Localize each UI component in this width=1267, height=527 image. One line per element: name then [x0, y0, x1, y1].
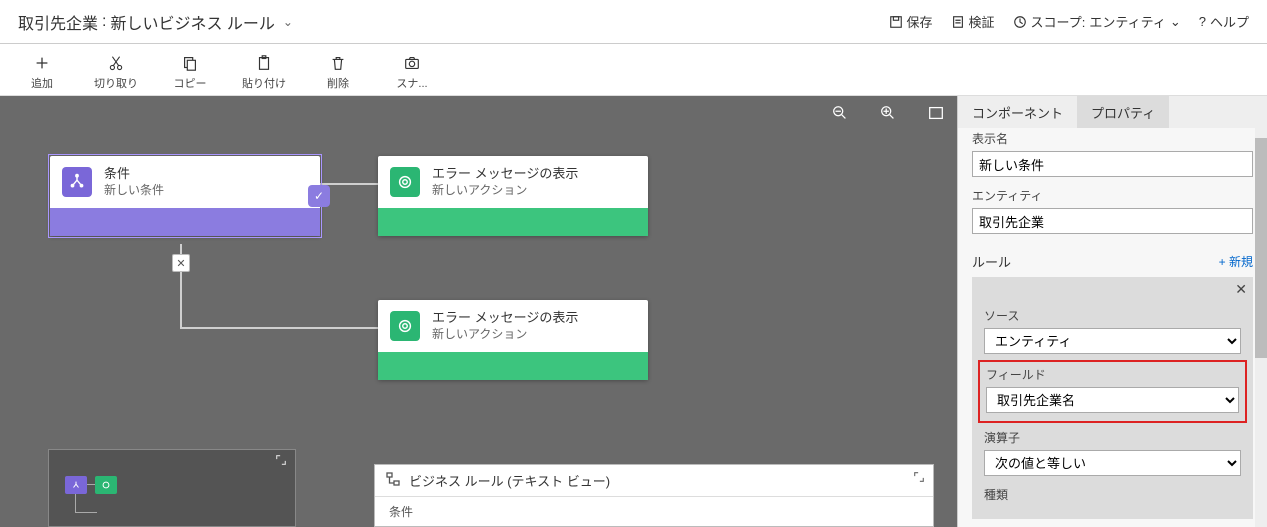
action-node[interactable]: エラー メッセージの表示 新しいアクション	[378, 300, 648, 380]
error-message-icon	[390, 167, 420, 197]
connector	[180, 327, 378, 329]
minimap-node	[95, 476, 117, 494]
minimap-node	[65, 476, 87, 494]
rules-label: ルール	[972, 252, 1011, 271]
zoom-out-button[interactable]	[829, 102, 851, 124]
properties-panel: コンポーネント プロパティ 表示名 エンティティ ルール + 新規 ✕ ソース …	[957, 96, 1267, 527]
field-highlight: フィールド 取引先企業名	[978, 360, 1247, 423]
node-title: 条件	[104, 166, 164, 183]
tab-components[interactable]: コンポーネント	[958, 96, 1077, 128]
copy-icon	[180, 53, 200, 73]
scrollbar-thumb[interactable]	[1255, 138, 1267, 358]
text-view-panel: ビジネス ルール (テキスト ビュー) 条件	[374, 464, 934, 527]
condition-node[interactable]: 条件 新しい条件 ✓	[50, 156, 320, 236]
source-select[interactable]: エンティティ	[984, 328, 1241, 354]
plus-icon	[32, 53, 52, 73]
copy-button[interactable]: コピー	[168, 53, 212, 91]
tab-properties[interactable]: プロパティ	[1077, 96, 1169, 128]
expand-icon[interactable]	[913, 471, 925, 486]
cut-icon	[106, 53, 126, 73]
validate-icon	[951, 15, 965, 29]
minimap-connector	[75, 512, 97, 513]
scrollbar[interactable]	[1255, 128, 1267, 527]
action-node[interactable]: エラー メッセージの表示 新しいアクション	[378, 156, 648, 236]
rule-card: ✕ ソース エンティティ フィールド 取引先企業名 演算子 次の値と等しい 種類	[972, 277, 1253, 519]
node-subtitle: 新しい条件	[104, 183, 164, 199]
expand-icon[interactable]	[275, 454, 289, 468]
node-title: エラー メッセージの表示	[432, 166, 578, 183]
chevron-down-icon: ⌄	[1170, 14, 1181, 30]
fit-to-screen-button[interactable]	[925, 102, 947, 124]
snapshot-button[interactable]: スナ...	[390, 53, 434, 91]
help-icon: ?	[1199, 14, 1206, 29]
new-rule-button[interactable]: + 新規	[1219, 253, 1253, 270]
delete-button[interactable]: 削除	[316, 53, 360, 91]
node-subtitle: 新しいアクション	[432, 327, 578, 343]
type-label: 種類	[984, 486, 1241, 503]
display-name-label: 表示名	[972, 130, 1253, 147]
field-label: フィールド	[986, 366, 1239, 383]
node-footer	[378, 208, 648, 236]
trash-icon	[328, 53, 348, 73]
help-button[interactable]: ? ヘルプ	[1199, 12, 1249, 31]
flow-icon	[385, 471, 401, 490]
scope-icon	[1013, 15, 1027, 29]
save-button[interactable]: 保存	[889, 12, 933, 31]
minimap[interactable]	[48, 449, 296, 527]
rule-name: 新しいビジネス ルール	[110, 10, 274, 34]
operator-label: 演算子	[984, 429, 1241, 446]
node-title: エラー メッセージの表示	[432, 310, 578, 327]
operator-select[interactable]: 次の値と等しい	[984, 450, 1241, 476]
cut-button[interactable]: 切り取り	[94, 53, 138, 91]
save-icon	[889, 15, 903, 29]
paste-icon	[254, 53, 274, 73]
text-view-section: 条件	[389, 505, 413, 519]
paste-button[interactable]: 貼り付け	[242, 53, 286, 91]
entity-input[interactable]	[972, 208, 1253, 234]
canvas[interactable]: ✕ 条件 新しい条件 ✓ エラー メッセージの表示 新しいアクション	[0, 96, 957, 527]
minimap-connector	[75, 494, 76, 512]
condition-icon	[62, 167, 92, 197]
error-message-icon	[390, 311, 420, 341]
node-footer	[378, 352, 648, 380]
entity-label: エンティティ	[972, 187, 1253, 204]
node-footer	[50, 208, 320, 236]
add-button[interactable]: 追加	[20, 53, 64, 91]
entity-name: 取引先企業	[18, 10, 98, 34]
text-view-title: ビジネス ルール (テキスト ビュー)	[409, 471, 610, 490]
zoom-in-button[interactable]	[877, 102, 899, 124]
validate-button[interactable]: 検証	[951, 12, 995, 31]
camera-icon	[402, 53, 422, 73]
check-icon: ✓	[308, 185, 330, 207]
chevron-down-icon: ⌄	[283, 15, 293, 29]
display-name-input[interactable]	[972, 151, 1253, 177]
minimap-connector	[87, 484, 95, 485]
field-select[interactable]: 取引先企業名	[986, 387, 1239, 413]
scope-dropdown[interactable]: スコープ: エンティティ ⌄	[1013, 12, 1181, 31]
page-title[interactable]: 取引先企業: 新しいビジネス ルール ⌄	[18, 10, 293, 34]
remove-branch-button[interactable]: ✕	[172, 254, 190, 272]
node-subtitle: 新しいアクション	[432, 183, 578, 199]
close-icon[interactable]: ✕	[1235, 281, 1247, 298]
connector	[320, 183, 378, 185]
source-label: ソース	[984, 307, 1241, 324]
